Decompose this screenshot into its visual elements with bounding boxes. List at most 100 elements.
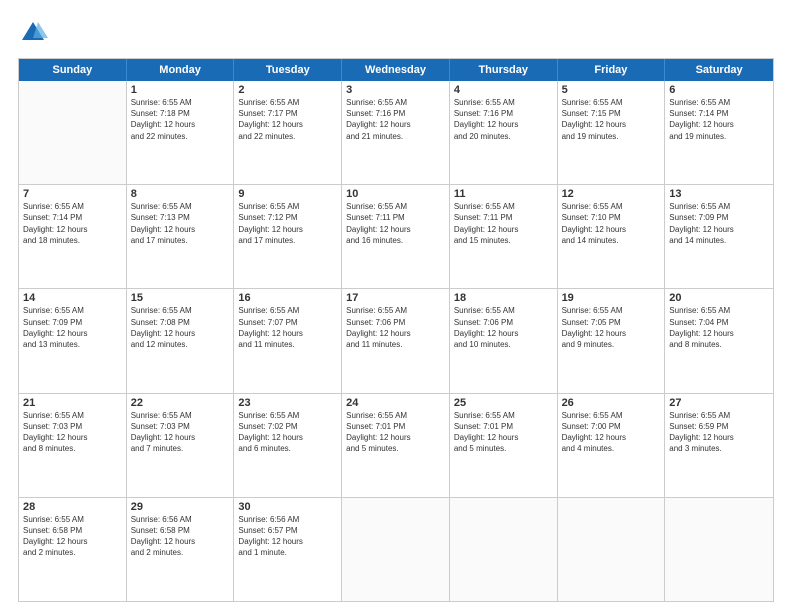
cell-info: Sunrise: 6:55 AM Sunset: 7:03 PM Dayligh… bbox=[131, 410, 230, 455]
cal-cell: 16Sunrise: 6:55 AM Sunset: 7:07 PM Dayli… bbox=[234, 289, 342, 392]
cell-info: Sunrise: 6:55 AM Sunset: 7:14 PM Dayligh… bbox=[669, 97, 769, 142]
cell-info: Sunrise: 6:55 AM Sunset: 7:06 PM Dayligh… bbox=[346, 305, 445, 350]
cal-cell bbox=[450, 498, 558, 601]
cell-info: Sunrise: 6:55 AM Sunset: 7:11 PM Dayligh… bbox=[454, 201, 553, 246]
cal-cell: 14Sunrise: 6:55 AM Sunset: 7:09 PM Dayli… bbox=[19, 289, 127, 392]
day-number: 2 bbox=[238, 84, 337, 96]
header bbox=[18, 18, 774, 48]
cal-cell: 7Sunrise: 6:55 AM Sunset: 7:14 PM Daylig… bbox=[19, 185, 127, 288]
day-number: 8 bbox=[131, 188, 230, 200]
cal-cell: 1Sunrise: 6:55 AM Sunset: 7:18 PM Daylig… bbox=[127, 81, 235, 184]
day-number: 22 bbox=[131, 397, 230, 409]
week-row-2: 7Sunrise: 6:55 AM Sunset: 7:14 PM Daylig… bbox=[19, 185, 773, 289]
cell-info: Sunrise: 6:55 AM Sunset: 7:15 PM Dayligh… bbox=[562, 97, 661, 142]
day-number: 30 bbox=[238, 501, 337, 513]
cal-cell: 25Sunrise: 6:55 AM Sunset: 7:01 PM Dayli… bbox=[450, 394, 558, 497]
day-number: 28 bbox=[23, 501, 122, 513]
logo-icon bbox=[18, 18, 48, 48]
cal-cell: 24Sunrise: 6:55 AM Sunset: 7:01 PM Dayli… bbox=[342, 394, 450, 497]
cal-cell: 22Sunrise: 6:55 AM Sunset: 7:03 PM Dayli… bbox=[127, 394, 235, 497]
day-number: 10 bbox=[346, 188, 445, 200]
day-number: 4 bbox=[454, 84, 553, 96]
header-day-friday: Friday bbox=[558, 59, 666, 81]
cal-cell: 15Sunrise: 6:55 AM Sunset: 7:08 PM Dayli… bbox=[127, 289, 235, 392]
day-number: 15 bbox=[131, 292, 230, 304]
cell-info: Sunrise: 6:55 AM Sunset: 7:10 PM Dayligh… bbox=[562, 201, 661, 246]
cal-cell: 19Sunrise: 6:55 AM Sunset: 7:05 PM Dayli… bbox=[558, 289, 666, 392]
day-number: 20 bbox=[669, 292, 769, 304]
cell-info: Sunrise: 6:55 AM Sunset: 7:12 PM Dayligh… bbox=[238, 201, 337, 246]
day-number: 13 bbox=[669, 188, 769, 200]
logo bbox=[18, 18, 52, 48]
cal-cell: 12Sunrise: 6:55 AM Sunset: 7:10 PM Dayli… bbox=[558, 185, 666, 288]
cal-cell bbox=[19, 81, 127, 184]
calendar-body: 1Sunrise: 6:55 AM Sunset: 7:18 PM Daylig… bbox=[19, 81, 773, 601]
cal-cell bbox=[342, 498, 450, 601]
cell-info: Sunrise: 6:55 AM Sunset: 7:13 PM Dayligh… bbox=[131, 201, 230, 246]
header-day-thursday: Thursday bbox=[450, 59, 558, 81]
cal-cell bbox=[558, 498, 666, 601]
cal-cell: 10Sunrise: 6:55 AM Sunset: 7:11 PM Dayli… bbox=[342, 185, 450, 288]
cell-info: Sunrise: 6:55 AM Sunset: 7:04 PM Dayligh… bbox=[669, 305, 769, 350]
day-number: 6 bbox=[669, 84, 769, 96]
cal-cell: 28Sunrise: 6:55 AM Sunset: 6:58 PM Dayli… bbox=[19, 498, 127, 601]
cal-cell: 23Sunrise: 6:55 AM Sunset: 7:02 PM Dayli… bbox=[234, 394, 342, 497]
day-number: 19 bbox=[562, 292, 661, 304]
day-number: 18 bbox=[454, 292, 553, 304]
cal-cell: 29Sunrise: 6:56 AM Sunset: 6:58 PM Dayli… bbox=[127, 498, 235, 601]
cell-info: Sunrise: 6:55 AM Sunset: 6:58 PM Dayligh… bbox=[23, 514, 122, 559]
week-row-4: 21Sunrise: 6:55 AM Sunset: 7:03 PM Dayli… bbox=[19, 394, 773, 498]
cal-cell: 26Sunrise: 6:55 AM Sunset: 7:00 PM Dayli… bbox=[558, 394, 666, 497]
cell-info: Sunrise: 6:55 AM Sunset: 7:17 PM Dayligh… bbox=[238, 97, 337, 142]
cell-info: Sunrise: 6:55 AM Sunset: 7:09 PM Dayligh… bbox=[23, 305, 122, 350]
header-day-sunday: Sunday bbox=[19, 59, 127, 81]
cell-info: Sunrise: 6:55 AM Sunset: 7:16 PM Dayligh… bbox=[454, 97, 553, 142]
calendar-header: SundayMondayTuesdayWednesdayThursdayFrid… bbox=[19, 59, 773, 81]
calendar: SundayMondayTuesdayWednesdayThursdayFrid… bbox=[18, 58, 774, 602]
day-number: 29 bbox=[131, 501, 230, 513]
cell-info: Sunrise: 6:55 AM Sunset: 7:09 PM Dayligh… bbox=[669, 201, 769, 246]
day-number: 21 bbox=[23, 397, 122, 409]
cal-cell: 27Sunrise: 6:55 AM Sunset: 6:59 PM Dayli… bbox=[665, 394, 773, 497]
cal-cell: 17Sunrise: 6:55 AM Sunset: 7:06 PM Dayli… bbox=[342, 289, 450, 392]
week-row-5: 28Sunrise: 6:55 AM Sunset: 6:58 PM Dayli… bbox=[19, 498, 773, 601]
cell-info: Sunrise: 6:55 AM Sunset: 7:00 PM Dayligh… bbox=[562, 410, 661, 455]
cell-info: Sunrise: 6:55 AM Sunset: 7:01 PM Dayligh… bbox=[454, 410, 553, 455]
day-number: 1 bbox=[131, 84, 230, 96]
header-day-monday: Monday bbox=[127, 59, 235, 81]
cal-cell: 8Sunrise: 6:55 AM Sunset: 7:13 PM Daylig… bbox=[127, 185, 235, 288]
cell-info: Sunrise: 6:56 AM Sunset: 6:58 PM Dayligh… bbox=[131, 514, 230, 559]
cal-cell: 9Sunrise: 6:55 AM Sunset: 7:12 PM Daylig… bbox=[234, 185, 342, 288]
day-number: 24 bbox=[346, 397, 445, 409]
day-number: 17 bbox=[346, 292, 445, 304]
day-number: 7 bbox=[23, 188, 122, 200]
header-day-tuesday: Tuesday bbox=[234, 59, 342, 81]
cal-cell: 18Sunrise: 6:55 AM Sunset: 7:06 PM Dayli… bbox=[450, 289, 558, 392]
header-day-wednesday: Wednesday bbox=[342, 59, 450, 81]
cal-cell: 21Sunrise: 6:55 AM Sunset: 7:03 PM Dayli… bbox=[19, 394, 127, 497]
week-row-1: 1Sunrise: 6:55 AM Sunset: 7:18 PM Daylig… bbox=[19, 81, 773, 185]
cell-info: Sunrise: 6:55 AM Sunset: 7:06 PM Dayligh… bbox=[454, 305, 553, 350]
cal-cell: 4Sunrise: 6:55 AM Sunset: 7:16 PM Daylig… bbox=[450, 81, 558, 184]
day-number: 9 bbox=[238, 188, 337, 200]
cell-info: Sunrise: 6:55 AM Sunset: 7:14 PM Dayligh… bbox=[23, 201, 122, 246]
cal-cell: 3Sunrise: 6:55 AM Sunset: 7:16 PM Daylig… bbox=[342, 81, 450, 184]
day-number: 14 bbox=[23, 292, 122, 304]
cal-cell bbox=[665, 498, 773, 601]
day-number: 11 bbox=[454, 188, 553, 200]
day-number: 26 bbox=[562, 397, 661, 409]
day-number: 12 bbox=[562, 188, 661, 200]
cell-info: Sunrise: 6:55 AM Sunset: 7:18 PM Dayligh… bbox=[131, 97, 230, 142]
cal-cell: 20Sunrise: 6:55 AM Sunset: 7:04 PM Dayli… bbox=[665, 289, 773, 392]
week-row-3: 14Sunrise: 6:55 AM Sunset: 7:09 PM Dayli… bbox=[19, 289, 773, 393]
cell-info: Sunrise: 6:55 AM Sunset: 7:11 PM Dayligh… bbox=[346, 201, 445, 246]
day-number: 3 bbox=[346, 84, 445, 96]
cell-info: Sunrise: 6:55 AM Sunset: 7:03 PM Dayligh… bbox=[23, 410, 122, 455]
cal-cell: 13Sunrise: 6:55 AM Sunset: 7:09 PM Dayli… bbox=[665, 185, 773, 288]
day-number: 23 bbox=[238, 397, 337, 409]
cal-cell: 2Sunrise: 6:55 AM Sunset: 7:17 PM Daylig… bbox=[234, 81, 342, 184]
cal-cell: 30Sunrise: 6:56 AM Sunset: 6:57 PM Dayli… bbox=[234, 498, 342, 601]
cell-info: Sunrise: 6:55 AM Sunset: 7:05 PM Dayligh… bbox=[562, 305, 661, 350]
day-number: 27 bbox=[669, 397, 769, 409]
day-number: 5 bbox=[562, 84, 661, 96]
